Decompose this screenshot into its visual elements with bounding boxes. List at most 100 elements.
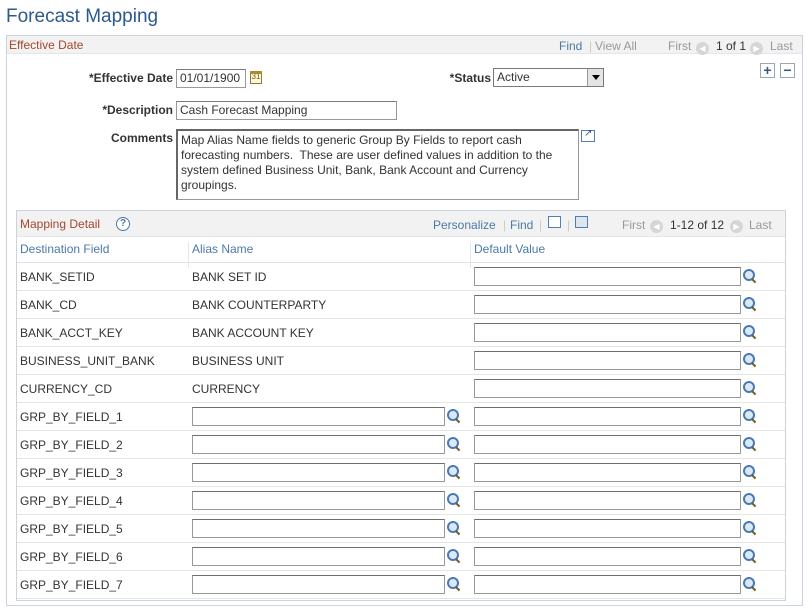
table-row: CURRENCY_CD CURRENCY — [17, 375, 785, 403]
table-row: BANK_CD BANK COUNTERPARTY — [17, 291, 785, 319]
delete-row-button[interactable]: − — [780, 63, 795, 78]
personalize-link[interactable]: Personalize — [433, 218, 496, 232]
default-value-input[interactable] — [474, 323, 741, 342]
mapping-detail-grid: Mapping Detail ? Personalize | Find | | … — [16, 210, 786, 601]
alias-name-input[interactable] — [192, 491, 445, 510]
table-row: GRP_BY_FIELD_2 — [17, 431, 785, 459]
destination-field-cell: BANK_SETID — [20, 270, 95, 284]
status-label: *Status — [449, 71, 491, 85]
lookup-icon[interactable] — [447, 521, 461, 535]
grid-first-link[interactable]: First — [622, 218, 645, 232]
alias-name-input[interactable] — [192, 407, 445, 426]
lookup-icon[interactable] — [447, 409, 461, 423]
grid-title: Mapping Detail — [20, 217, 101, 231]
alias-name-cell: BANK COUNTERPARTY — [192, 298, 327, 312]
grid-row-range: 1-12 of 12 — [670, 218, 725, 232]
view-all-link[interactable]: View All — [595, 39, 637, 53]
lookup-icon[interactable] — [743, 269, 757, 283]
table-row: GRP_BY_FIELD_4 — [17, 487, 785, 515]
grid-previous-arrow-icon[interactable]: ◀ — [650, 216, 663, 233]
lookup-icon[interactable] — [447, 549, 461, 563]
lookup-icon[interactable] — [447, 465, 461, 479]
lookup-icon[interactable] — [743, 353, 757, 367]
grid-body: BANK_SETID BANK SET ID BANK_CD BANK COUNTER… — [17, 263, 785, 599]
default-value-input[interactable] — [474, 351, 741, 370]
lookup-icon[interactable] — [743, 577, 757, 591]
default-value-input[interactable] — [474, 519, 741, 538]
effective-date-label: *Effective Date — [88, 71, 173, 85]
grid-header: Mapping Detail ? Personalize | Find | | … — [17, 211, 785, 237]
lookup-icon[interactable] — [447, 577, 461, 591]
add-row-button[interactable]: + — [760, 63, 775, 78]
help-icon[interactable]: ? — [116, 217, 130, 231]
lookup-icon[interactable] — [447, 493, 461, 507]
default-value-input[interactable] — [474, 435, 741, 454]
default-value-input[interactable] — [474, 267, 741, 286]
default-value-input[interactable] — [474, 295, 741, 314]
default-value-input[interactable] — [474, 575, 741, 594]
effective-date-field[interactable]: 01/01/1900 — [176, 69, 246, 88]
first-link[interactable]: First — [668, 39, 691, 53]
nav-separator: | — [589, 39, 593, 53]
table-row: BANK_SETID BANK SET ID — [17, 263, 785, 291]
table-row: BANK_ACCT_KEY BANK ACCOUNT KEY — [17, 319, 785, 347]
destination-field-cell: CURRENCY_CD — [20, 382, 113, 396]
default-value-input[interactable] — [474, 547, 741, 566]
alias-name-cell: BANK SET ID — [192, 270, 267, 284]
default-value-input[interactable] — [474, 463, 741, 482]
lookup-icon[interactable] — [447, 437, 461, 451]
description-field[interactable]: Cash Forecast Mapping — [176, 101, 397, 120]
find-link[interactable]: Find — [559, 39, 582, 53]
alias-name-input[interactable] — [192, 435, 445, 454]
alias-name-input[interactable] — [192, 519, 445, 538]
download-grid-icon[interactable] — [575, 216, 588, 228]
effective-date-section-label: Effective Date — [9, 38, 84, 52]
alias-name-input[interactable] — [192, 575, 445, 594]
grid-find-link[interactable]: Find — [510, 218, 533, 232]
destination-field-cell: BANK_CD — [20, 298, 77, 312]
view-zoom-icon[interactable] — [548, 216, 561, 228]
last-link[interactable]: Last — [770, 39, 793, 53]
default-value-input[interactable] — [474, 379, 741, 398]
table-row: GRP_BY_FIELD_3 — [17, 459, 785, 487]
lookup-icon[interactable] — [743, 297, 757, 311]
next-arrow-icon[interactable]: ▶ — [750, 38, 763, 55]
nav-separator: | — [539, 218, 543, 232]
description-label: *Description — [102, 103, 173, 117]
alias-name-input[interactable] — [192, 463, 445, 482]
default-value-input[interactable] — [474, 407, 741, 426]
destination-field-cell: GRP_BY_FIELD_1 — [20, 410, 123, 424]
calendar-day-glyph: 31 — [251, 72, 261, 81]
default-value-input[interactable] — [474, 491, 741, 510]
table-row: BUSINESS_UNIT_BANK BUSINESS UNIT — [17, 347, 785, 375]
lookup-icon[interactable] — [743, 549, 757, 563]
col-alias-name[interactable]: Alias Name — [192, 242, 253, 256]
destination-field-cell: GRP_BY_FIELD_3 — [20, 466, 123, 480]
lookup-icon[interactable] — [743, 409, 757, 423]
destination-field-cell: BUSINESS_UNIT_BANK — [20, 354, 155, 368]
lookup-icon[interactable] — [743, 465, 757, 479]
previous-arrow-icon[interactable]: ◀ — [696, 38, 709, 55]
lookup-icon[interactable] — [743, 381, 757, 395]
table-row: GRP_BY_FIELD_5 — [17, 515, 785, 543]
lookup-icon[interactable] — [743, 521, 757, 535]
comments-textarea[interactable]: Map Alias Name fields to generic Group B… — [176, 129, 579, 200]
chevron-down-icon[interactable] — [587, 69, 603, 86]
col-default-value[interactable]: Default Value — [474, 242, 545, 256]
lookup-icon[interactable] — [743, 493, 757, 507]
alias-name-input[interactable] — [192, 547, 445, 566]
destination-field-cell: BANK_ACCT_KEY — [20, 326, 123, 340]
nav-separator: | — [503, 218, 507, 232]
grid-last-link[interactable]: Last — [749, 218, 772, 232]
lookup-icon[interactable] — [743, 437, 757, 451]
col-destination-field[interactable]: Destination Field — [20, 242, 109, 256]
lookup-icon[interactable] — [743, 325, 757, 339]
status-select[interactable]: Active — [493, 68, 604, 87]
calendar-icon[interactable]: 31 — [250, 71, 262, 84]
destination-field-cell: GRP_BY_FIELD_7 — [20, 578, 123, 592]
alias-name-cell: BUSINESS UNIT — [192, 354, 285, 368]
grid-next-arrow-icon[interactable]: ▶ — [730, 216, 743, 233]
effective-date-header: Effective Date Find | View All First ◀ 1… — [7, 36, 802, 55]
expand-text-icon[interactable] — [581, 128, 595, 142]
destination-field-cell: GRP_BY_FIELD_5 — [20, 522, 123, 536]
